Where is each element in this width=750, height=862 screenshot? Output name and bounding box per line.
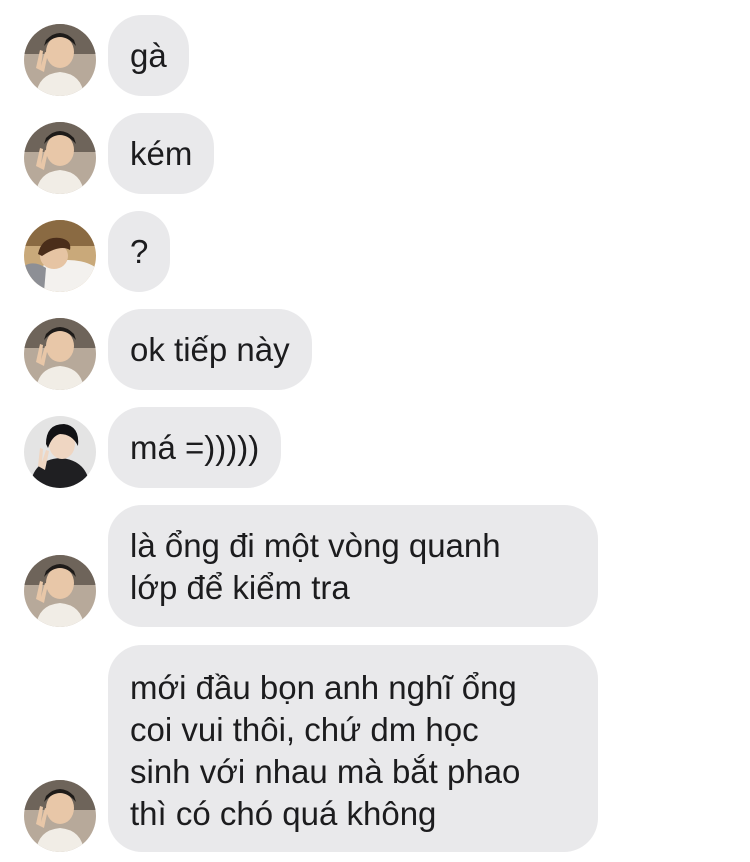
message-bubble[interactable]: ok tiếp này [108,309,312,390]
avatar[interactable] [24,318,96,390]
avatar[interactable] [24,780,96,852]
avatar[interactable] [24,24,96,96]
chat-thread: gà kém ? ok tiếp này má =))))) là ổng đi… [0,0,750,862]
message-bubble[interactable]: ? [108,211,171,292]
message-bubble[interactable]: kém [108,113,215,194]
avatar[interactable] [24,122,96,194]
message-bubble[interactable]: mới đầu bọn anh nghĩ ổng coi vui thôi, c… [108,645,598,852]
message-bubble[interactable]: là ổng đi một vòng quanh lớp để kiểm tra [108,505,598,627]
avatar[interactable] [24,416,96,488]
message-bubble[interactable]: gà [108,15,189,96]
message-bubble[interactable]: má =))))) [108,407,282,488]
avatar[interactable] [24,220,96,292]
avatar[interactable] [24,555,96,627]
